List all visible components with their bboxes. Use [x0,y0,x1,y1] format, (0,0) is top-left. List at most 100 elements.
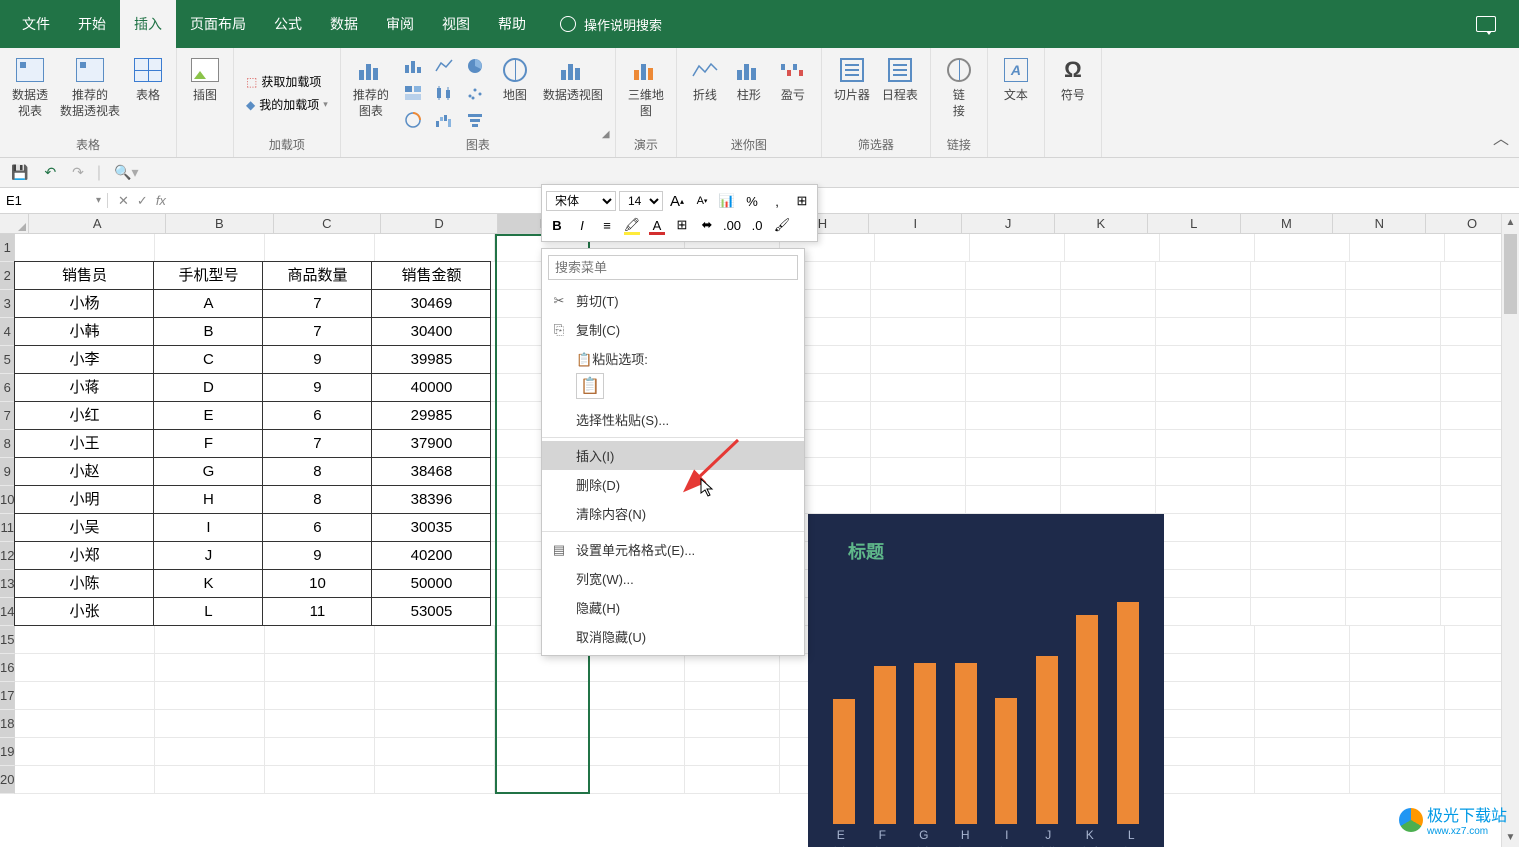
row-header-17[interactable]: 17 [0,682,15,710]
menu-tab-4[interactable]: 公式 [260,0,316,48]
cell-N2[interactable] [1346,262,1441,290]
cell-J7[interactable] [966,402,1061,430]
cell-N8[interactable] [1346,430,1441,458]
cell-N10[interactable] [1346,486,1441,514]
cell-B5[interactable]: C [153,345,263,374]
cell-C9[interactable]: 8 [262,457,372,486]
cell-D8[interactable]: 37900 [371,429,491,458]
cell-C5[interactable]: 9 [262,345,372,374]
cell-A18[interactable] [15,710,155,738]
cell-B8[interactable]: F [153,429,263,458]
cell-D16[interactable] [375,654,495,682]
row-header-15[interactable]: 15 [0,626,15,654]
menu-tab-0[interactable]: 文件 [8,0,64,48]
cell-C20[interactable] [265,766,375,794]
cell-L11[interactable] [1156,514,1251,542]
cell-J5[interactable] [966,346,1061,374]
chart-title[interactable]: 标题 [808,514,1164,574]
comments-icon[interactable] [1476,16,1496,32]
get-addins-button[interactable]: ⬚获取加载项 [242,71,332,92]
save-button[interactable]: 💾 [8,164,31,181]
cell-A9[interactable]: 小赵 [14,457,154,486]
cell-A19[interactable] [15,738,155,766]
chart-bar-3[interactable] [955,663,977,824]
row-header-9[interactable]: 9 [0,458,15,486]
my-addins-button[interactable]: ◆我的加载项 ▾ [242,94,332,115]
fill-color-button[interactable]: 🖍 [621,214,643,236]
cell-L4[interactable] [1156,318,1251,346]
cell-C11[interactable]: 6 [262,513,372,542]
cell-A7[interactable]: 小红 [14,401,154,430]
cell-C15[interactable] [265,626,375,654]
cell-L13[interactable] [1156,570,1251,598]
row-header-14[interactable]: 14 [0,598,15,626]
cell-N17[interactable] [1350,682,1445,710]
illustrations-button[interactable]: 插图 [185,52,225,137]
cell-D9[interactable]: 38468 [371,457,491,486]
cell-C2[interactable]: 商品数量 [262,261,372,290]
row-header-18[interactable]: 18 [0,710,15,738]
cell-J6[interactable] [966,374,1061,402]
cell-M18[interactable] [1255,710,1350,738]
cell-L5[interactable] [1156,346,1251,374]
chart-bar-5[interactable] [1036,656,1058,824]
cell-N7[interactable] [1346,402,1441,430]
cell-K4[interactable] [1061,318,1156,346]
cell-C8[interactable]: 7 [262,429,372,458]
cell-M14[interactable] [1251,598,1346,626]
cell-L18[interactable] [1160,710,1255,738]
row-header-16[interactable]: 16 [0,654,15,682]
row-header-4[interactable]: 4 [0,318,15,346]
cell-K1[interactable] [1065,234,1160,262]
cell-C12[interactable]: 9 [262,541,372,570]
cell-A16[interactable] [15,654,155,682]
recommended-pivot-button[interactable]: 推荐的 数据透视表 [56,52,124,134]
cell-I8[interactable] [871,430,966,458]
scatter-chart-button[interactable] [461,81,489,105]
cell-M8[interactable] [1251,430,1346,458]
cell-B9[interactable]: G [153,457,263,486]
col-header-D[interactable]: D [381,214,498,233]
col-header-I[interactable]: I [869,214,962,233]
menu-tab-5[interactable]: 数据 [316,0,372,48]
cell-I4[interactable] [871,318,966,346]
cell-J9[interactable] [966,458,1061,486]
charts-dialog-launcher[interactable]: ◢ [602,129,612,139]
cell-E16[interactable] [495,654,590,682]
cell-B1[interactable] [155,234,265,262]
row-header-13[interactable]: 13 [0,570,15,598]
cell-C1[interactable] [265,234,375,262]
cell-B16[interactable] [155,654,265,682]
cell-J2[interactable] [966,262,1061,290]
cell-J1[interactable] [970,234,1065,262]
cell-A15[interactable] [15,626,155,654]
comma-button[interactable]: , [766,190,788,212]
cell-L8[interactable] [1156,430,1251,458]
cell-M19[interactable] [1255,738,1350,766]
cell-M2[interactable] [1251,262,1346,290]
cell-D17[interactable] [375,682,495,710]
col-header-N[interactable]: N [1333,214,1426,233]
cell-L16[interactable] [1160,654,1255,682]
redo-button[interactable]: ↷ [69,164,87,181]
cell-M6[interactable] [1251,374,1346,402]
cell-M15[interactable] [1255,626,1350,654]
cell-I1[interactable] [875,234,970,262]
ctx-delete[interactable]: 删除(D) [542,470,804,499]
cell-A6[interactable]: 小蒋 [14,373,154,402]
cell-L9[interactable] [1156,458,1251,486]
combo-chart-button[interactable] [399,108,427,132]
col-header-M[interactable]: M [1241,214,1334,233]
cell-D20[interactable] [375,766,495,794]
cell-C4[interactable]: 7 [262,317,372,346]
cell-N1[interactable] [1350,234,1445,262]
symbols-button[interactable]: Ω符号 [1053,52,1093,137]
accounting-format-button[interactable]: 📊 [716,190,738,212]
cell-G18[interactable] [685,710,780,738]
cell-N3[interactable] [1346,290,1441,318]
cell-N5[interactable] [1346,346,1441,374]
cell-D3[interactable]: 30469 [371,289,491,318]
row-header-5[interactable]: 5 [0,346,15,374]
align-center-button[interactable]: ≡ [596,214,618,236]
cell-L2[interactable] [1156,262,1251,290]
